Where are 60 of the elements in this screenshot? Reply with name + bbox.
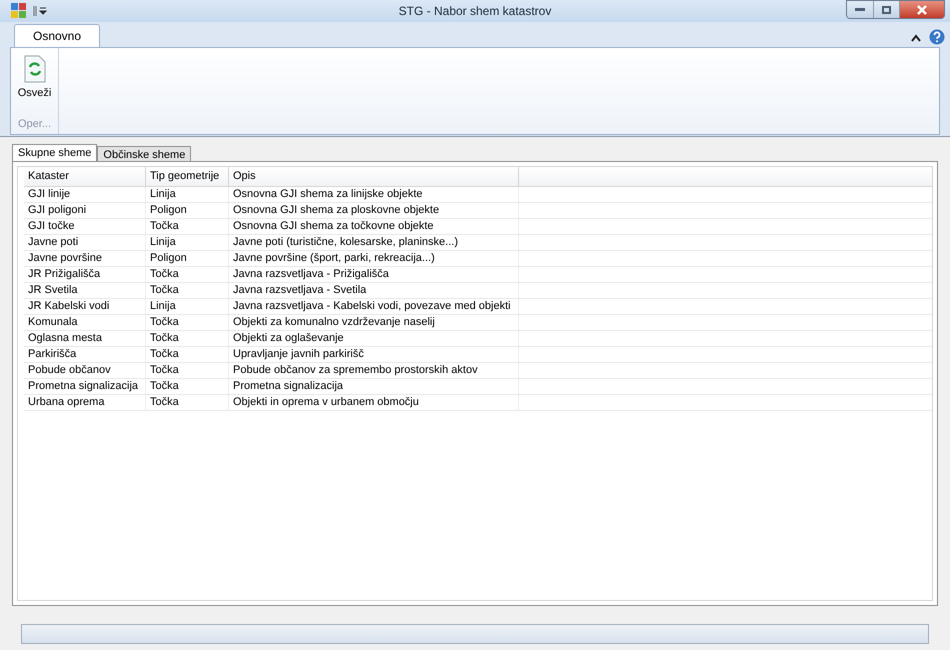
column-header[interactable]: Tip geometrije	[146, 167, 229, 186]
close-icon	[916, 4, 928, 14]
table-cell: Urbana oprema	[24, 395, 146, 410]
close-button[interactable]	[900, 1, 944, 18]
collapse-ribbon-icon[interactable]	[911, 34, 921, 42]
table-cell: Točka	[146, 283, 229, 298]
table-cell: Linija	[146, 299, 229, 314]
table-cell: Prometna signalizacija	[24, 379, 146, 394]
table-cell: Točka	[146, 379, 229, 394]
quick-access-dropdown-icon[interactable]	[33, 5, 47, 17]
table-cell: Osnovna GJI shema za točkovne objekte	[229, 219, 519, 234]
table-cell: JR Kabelski vodi	[24, 299, 146, 314]
table-cell: Točka	[146, 363, 229, 378]
table-cell: Javne poti (turistične, kolesarske, planinske...)	[229, 235, 519, 250]
table-cell: Objekti za oglaševanje	[229, 331, 519, 346]
table-cell: Linija	[146, 235, 229, 250]
table-cell: Javna razsvetljava - Kabelski vodi, povezave med objekti	[229, 299, 519, 314]
table-cell: Javna razsvetljava - Svetila	[229, 283, 519, 298]
table-cell: GJI poligoni	[24, 203, 146, 218]
table-cell: Komunala	[24, 315, 146, 330]
table-cell: Poligon	[146, 251, 229, 266]
column-header[interactable]: Kataster	[24, 167, 146, 186]
table-cell: Točka	[146, 315, 229, 330]
table-cell: Objekti in oprema v urbanem območju	[229, 395, 519, 410]
table-cell: Pobude občanov za spremembo prostorskih aktov	[229, 363, 519, 378]
table-cell: Javne površine (šport, parki, rekreacija...)	[229, 251, 519, 266]
table-cell: Upravljanje javnih parkirišč	[229, 347, 519, 362]
tab[interactable]: Skupne sheme	[12, 144, 98, 161]
table-cell: Točka	[146, 395, 229, 410]
table-cell: Pobude občanov	[24, 363, 146, 378]
tab[interactable]: Občinske sheme	[97, 146, 192, 161]
table-cell: Osnovna GJI shema za linijske objekte	[229, 187, 519, 202]
group-label: Oper...	[18, 116, 52, 132]
table-cell: Točka	[146, 331, 229, 346]
table-cell: Parkirišča	[24, 347, 146, 362]
table-cell: Osnovna GJI shema za ploskovne objekte	[229, 203, 519, 218]
table-cell: Linija	[146, 187, 229, 202]
help-icon[interactable]	[929, 29, 945, 45]
refresh-button[interactable]: Osveži	[18, 55, 52, 102]
table-cell: GJI linije	[24, 187, 146, 202]
table-cell: Poligon	[146, 203, 229, 218]
column-header[interactable]: Opis	[229, 167, 519, 186]
app-logo-icon	[11, 3, 27, 19]
table-cell: Javne poti	[24, 235, 146, 250]
table-cell: JR Svetila	[24, 283, 146, 298]
maximize-button[interactable]	[874, 1, 900, 18]
table-cell: Javne površine	[24, 251, 146, 266]
table-cell: JR Prižigališča	[24, 267, 146, 282]
table-cell: Točka	[146, 347, 229, 362]
minimize-button[interactable]	[847, 1, 874, 18]
table-cell: Javna razsvetljava - Prižigališča	[229, 267, 519, 282]
refresh-document-icon	[22, 55, 46, 83]
table-cell: Objekti za komunalno vzdrževanje naselij	[229, 315, 519, 330]
table-cell: GJI točke	[24, 219, 146, 234]
table-cell: Točka	[146, 267, 229, 282]
table-cell: Točka	[146, 219, 229, 234]
ribbon-tab[interactable]: Osnovno	[14, 24, 100, 47]
window-title: STG - Nabor shem katastrov	[398, 3, 552, 20]
table-cell: Prometna signalizacija	[229, 379, 519, 394]
table-cell: Oglasna mesta	[24, 331, 146, 346]
